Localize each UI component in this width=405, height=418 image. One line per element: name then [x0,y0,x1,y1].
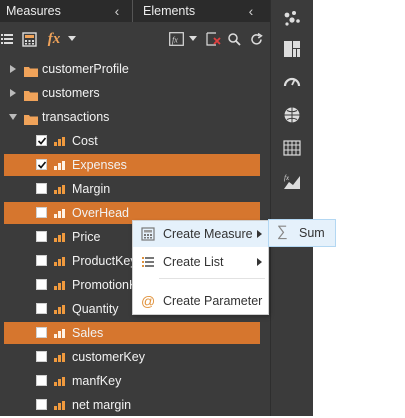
sigma-icon: ∑ [277,223,288,240]
tree-view-icon[interactable] [0,30,14,48]
measure-bar-icon [54,401,66,410]
submenu-arrow-icon [257,258,262,266]
clear-filter-icon[interactable] [205,30,221,48]
refresh-icon[interactable] [248,30,264,48]
measure-checkbox[interactable] [36,183,47,194]
measure-label: customerKey [72,350,145,364]
dropdown-icon[interactable] [67,30,77,48]
measure-bar-icon [54,329,66,338]
at-icon: @ [141,293,156,309]
tab-strip: Measures ‹ Elements ‹ [0,0,270,22]
chevron-right-icon[interactable] [9,65,17,73]
measure-label: manfKey [72,374,122,388]
submenu-arrow-icon [257,230,262,238]
collapse-elements-chevron-icon[interactable]: ‹ [244,0,258,22]
folder-icon [24,88,38,101]
search-icon[interactable] [226,30,242,48]
dropdown-icon[interactable] [188,30,198,48]
submenu-item-label: Sum [299,226,325,240]
measure-item-cost[interactable]: Cost [0,130,270,154]
context-menu: Create Measure Create List @ Create Para… [132,220,269,315]
tree-folder-customerprofile[interactable]: customerProfile [0,58,270,82]
menu-item-label: Create List [163,255,224,269]
measure-bar-icon [54,377,66,386]
tree-folder-label: customerProfile [42,62,129,76]
measure-checkbox[interactable] [36,303,47,314]
tree-folder-label: transactions [42,110,110,124]
folder-open-icon [24,112,38,125]
measure-bar-icon [54,161,66,170]
folder-icon [24,64,38,77]
measure-checkbox[interactable] [36,327,47,338]
measure-bar-icon [54,137,66,146]
measure-item-manfkey[interactable]: manfKey [0,370,270,394]
measure-checkbox[interactable] [36,375,47,386]
menu-item-create-measure[interactable]: Create Measure [133,221,268,247]
menu-separator [159,278,265,279]
measure-bar-icon [54,185,66,194]
visualization-rail: fx [270,0,313,416]
measure-checkbox[interactable] [36,351,47,362]
list-icon [141,255,155,269]
collapse-measures-chevron-icon[interactable]: ‹ [110,0,124,22]
measure-item-net-margin[interactable]: net margin [0,394,270,418]
tree-folder-label: customers [42,86,100,100]
measure-label: Sales [72,326,104,340]
gauge-icon[interactable] [283,72,301,90]
measure-label: Quantity [72,302,119,316]
measure-checkbox[interactable] [36,279,47,290]
tree-folder-transactions[interactable]: transactions [0,106,270,130]
measure-checkbox[interactable] [36,135,47,146]
measure-item-margin[interactable]: Margin [0,178,270,202]
scatter-icon[interactable] [283,9,301,27]
chevron-right-icon[interactable] [9,89,17,97]
submenu: ∑ Sum [268,219,336,247]
measure-bar-icon [54,209,66,218]
fx-box-icon[interactable]: fx [168,30,184,48]
treemap-icon[interactable] [283,40,301,58]
measure-label: net margin [72,398,132,412]
tree-folder-customers[interactable]: customers [0,82,270,106]
measures-panel: Measures ‹ Elements ‹ fx fx customerProf… [0,0,270,416]
tab-divider [132,0,133,22]
chevron-down-icon[interactable] [9,113,17,121]
svg-text:fx: fx [284,174,290,182]
measure-label: Cost [72,134,98,148]
menu-item-label: Create Parameter [163,294,263,308]
measure-checkbox[interactable] [36,207,47,218]
measure-bar-icon [54,353,66,362]
measure-label: Price [72,230,101,244]
measure-checkbox[interactable] [36,159,47,170]
measure-bar-icon [54,233,66,242]
measure-label: Expenses [72,158,127,172]
grid-table-icon[interactable] [283,139,301,157]
submenu-item-sum[interactable]: ∑ Sum [269,220,335,246]
measure-bar-icon [54,257,66,266]
measure-checkbox[interactable] [36,399,47,410]
measure-label: Margin [72,182,111,196]
menu-item-create-parameter[interactable]: @ Create Parameter [133,288,268,314]
fx-chart-icon[interactable]: fx [283,172,301,190]
menu-item-label: Create Measure [163,227,253,241]
measure-checkbox[interactable] [36,231,47,242]
globe-icon[interactable] [283,106,301,124]
measure-item-customerkey[interactable]: customerKey [0,346,270,370]
calculator-icon[interactable] [20,30,38,48]
fx-icon[interactable]: fx [44,30,64,48]
measure-item-expenses[interactable]: Expenses [0,154,270,178]
measure-item-sales[interactable]: Sales [0,322,270,346]
measure-label: OverHead [72,206,129,220]
svg-text:fx: fx [172,36,178,45]
measure-bar-icon [54,305,66,314]
measure-label: ProductKey [72,254,137,268]
menu-item-create-list[interactable]: Create List [133,249,268,275]
tab-measures[interactable]: Measures [6,0,61,22]
calculator-icon [141,227,155,241]
measure-bar-icon [54,281,66,290]
measure-checkbox[interactable] [36,255,47,266]
tab-elements[interactable]: Elements [143,0,195,22]
